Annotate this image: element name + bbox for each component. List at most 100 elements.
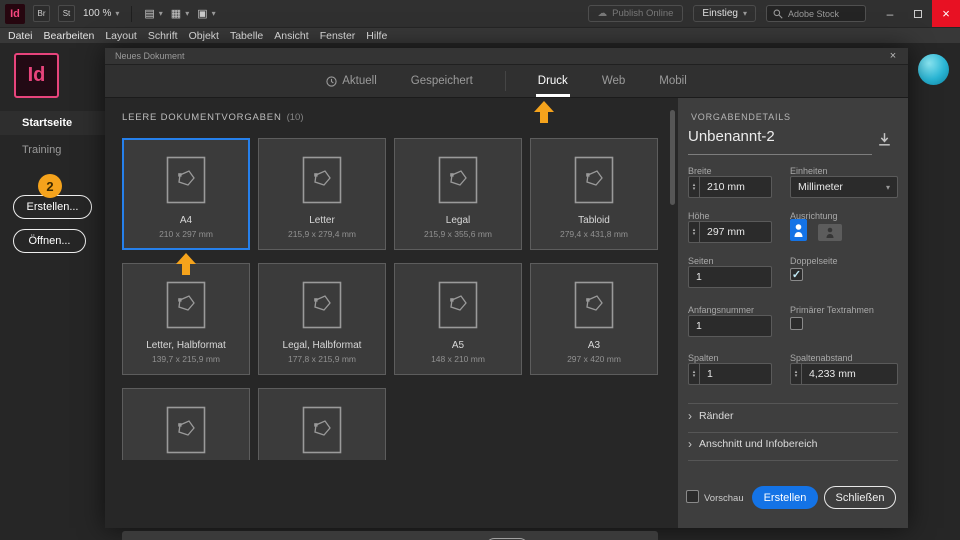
publish-online-button[interactable]: ☁ Publish Online [587, 5, 684, 22]
preview-checkbox[interactable] [686, 490, 699, 503]
menu-item-layout[interactable]: Layout [105, 30, 137, 42]
document-preset-icon [166, 156, 206, 204]
stock-template-search-bar[interactable]: Weitere Vorlagen auf Adobe Stock suchen … [122, 531, 658, 540]
chevron-down-icon: ▾ [211, 9, 216, 18]
start-number-input[interactable]: 1 [688, 315, 772, 337]
preset-card[interactable] [122, 388, 250, 460]
open-button[interactable]: Öffnen... [13, 229, 86, 253]
stock-app-icon[interactable]: St [58, 5, 75, 22]
menu-item-objekt[interactable]: Objekt [189, 30, 219, 42]
tab-druck[interactable]: Druck [535, 65, 570, 97]
minimize-button[interactable]: – [876, 0, 904, 27]
preset-name: A3 [587, 340, 601, 351]
tab-web[interactable]: Web [600, 65, 627, 97]
menu-item-hilfe[interactable]: Hilfe [366, 30, 387, 42]
stepper-arrows[interactable]: ▴ ▾ [689, 364, 700, 384]
close-dialog-button[interactable]: Schließen [824, 486, 896, 509]
height-value: 297 mm [707, 226, 745, 238]
close-button[interactable]: × [932, 0, 960, 27]
app-titlebar: Id Br St 100 % ▾ ▤ ▾ ▦ ▾ ▣ ▾ ☁ Publish O… [0, 0, 960, 27]
preset-card-legal[interactable]: Legal 215,9 x 355,6 mm [394, 138, 522, 250]
view-options-dropdown[interactable]: ▤ ▾ [144, 7, 162, 20]
preset-card-letter-halbformat[interactable]: Letter, Halbformat 139,7 x 215,9 mm [122, 263, 250, 375]
adobe-stock-search-input[interactable]: Adobe Stock [766, 5, 866, 22]
height-stepper[interactable]: ▴ ▾ 297 mm [688, 221, 772, 243]
sidebar-item-training[interactable]: Training [0, 138, 105, 162]
spin-down-icon: ▾ [794, 373, 798, 379]
pages-input[interactable]: 1 [688, 266, 772, 288]
facing-pages-checkbox[interactable]: ✓ [790, 268, 803, 281]
chevron-right-icon: › [688, 409, 692, 423]
pages-label: Seiten [688, 256, 714, 266]
gutter-stepper[interactable]: ▴ ▾ 4,233 mm [790, 363, 898, 385]
bridge-icon[interactable]: Br [33, 5, 50, 22]
creative-cloud-avatar[interactable] [918, 54, 949, 85]
maximize-button[interactable] [904, 0, 932, 27]
width-value: 210 mm [707, 181, 745, 193]
columns-stepper[interactable]: ▴ ▾ 1 [688, 363, 772, 385]
tab-mobil[interactable]: Mobil [657, 65, 688, 97]
sidebar-item-startseite[interactable]: Startseite [0, 111, 105, 135]
preset-size: 215,9 x 279,4 mm [287, 229, 357, 239]
tab-gespeichert[interactable]: Gespeichert [409, 65, 475, 97]
workspace-label: Einstieg [702, 8, 738, 19]
width-stepper[interactable]: ▴ ▾ 210 mm [688, 176, 772, 198]
units-dropdown[interactable]: Millimeter ▾ [790, 176, 898, 198]
document-preset-icon [302, 406, 342, 454]
sidebar-item-label: Startseite [22, 117, 73, 129]
tab-aktuell[interactable]: Aktuell [324, 65, 379, 97]
menu-item-schrift[interactable]: Schrift [148, 30, 178, 42]
preset-card-a4[interactable]: A4 210 x 297 mm [122, 138, 250, 250]
clock-icon [326, 75, 337, 87]
columns-value: 1 [707, 368, 713, 380]
screen-mode-dropdown[interactable]: ▦ ▾ [171, 7, 189, 20]
chevron-down-icon: ▾ [158, 9, 163, 18]
menu-bar: Datei Bearbeiten Layout Schrift Objekt T… [0, 27, 960, 43]
menu-item-fenster[interactable]: Fenster [320, 30, 356, 42]
preset-card[interactable] [258, 388, 386, 460]
preset-card-letter[interactable]: Letter 215,9 x 279,4 mm [258, 138, 386, 250]
toolbar-divider [131, 5, 133, 22]
create-document-button[interactable]: Erstellen [752, 486, 818, 509]
menu-item-tabelle[interactable]: Tabelle [230, 30, 263, 42]
menu-item-bearbeiten[interactable]: Bearbeiten [44, 30, 95, 42]
scrollbar-thumb[interactable] [670, 110, 675, 205]
save-preset-icon[interactable] [876, 131, 893, 148]
preset-card-tabloid[interactable]: Tabloid 279,4 x 431,8 mm [530, 138, 658, 250]
dialog-close-icon[interactable]: × [886, 50, 900, 62]
tab-label: Web [601, 75, 626, 87]
chevron-down-icon: ▾ [742, 9, 747, 18]
a4-preset-annotation-arrow [176, 253, 196, 275]
orientation-landscape-icon[interactable] [818, 224, 842, 241]
primary-text-frame-checkbox[interactable] [790, 317, 803, 330]
orientation-portrait-icon[interactable] [790, 219, 807, 241]
create-button[interactable]: Erstellen... [13, 195, 92, 219]
zoom-level-dropdown[interactable]: 100 % ▾ [83, 8, 119, 19]
margins-expander[interactable]: › Ränder [688, 409, 733, 423]
stepper-arrows[interactable]: ▴ ▾ [689, 177, 700, 197]
section-divider [688, 432, 898, 433]
chevron-down-icon: ▾ [115, 9, 120, 18]
bleed-expander[interactable]: › Anschnitt und Infobereich [688, 437, 818, 451]
menu-item-ansicht[interactable]: Ansicht [274, 30, 308, 42]
view-options-icon: ▤ [144, 8, 155, 20]
preset-size: 148 x 210 mm [431, 354, 485, 364]
arrange-documents-dropdown[interactable]: ▣ ▾ [197, 7, 215, 20]
preview-label: Vorschau [704, 493, 744, 504]
section-divider [688, 460, 898, 461]
height-label: Höhe [688, 211, 710, 221]
menu-item-datei[interactable]: Datei [8, 30, 33, 42]
dialog-title: Neues Dokument [115, 51, 185, 61]
document-name-input[interactable]: Unbenannt-2 [688, 128, 872, 155]
workspace-dropdown[interactable]: Einstieg ▾ [693, 5, 756, 22]
margins-label: Ränder [699, 410, 734, 422]
preset-card-legal-halbformat[interactable]: Legal, Halbformat 177,8 x 215,9 mm [258, 263, 386, 375]
stepper-arrows[interactable]: ▴ ▾ [689, 222, 700, 242]
document-preset-icon [574, 156, 614, 204]
preset-name: Legal, Halbformat [282, 340, 362, 351]
document-preset-icon [166, 281, 206, 329]
preset-card-a3[interactable]: A3 297 x 420 mm [530, 263, 658, 375]
stepper-arrows[interactable]: ▴ ▾ [791, 364, 802, 384]
gutter-value: 4,233 mm [809, 368, 856, 380]
preset-card-a5[interactable]: A5 148 x 210 mm [394, 263, 522, 375]
